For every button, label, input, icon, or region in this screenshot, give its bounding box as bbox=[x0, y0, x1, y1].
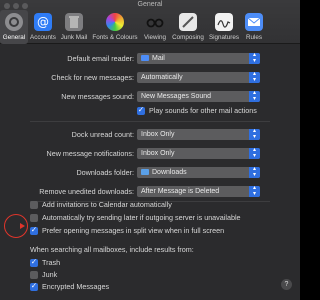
chevron-updown-icon: ▴ ▾ bbox=[249, 128, 260, 140]
preferences-toolbar: General @ Accounts Junk Mail Fonts & Col… bbox=[0, 10, 300, 44]
prefer-split-view-label: Prefer opening messages in split view wh… bbox=[42, 226, 225, 235]
new-messages-sound-value: New Messages Sound bbox=[141, 93, 212, 100]
downloads-folder-label: Downloads folder: bbox=[76, 168, 134, 177]
gear-icon bbox=[5, 13, 23, 31]
tab-viewing[interactable]: Viewing bbox=[140, 10, 170, 44]
remove-unedited-downloads-value: After Message is Deleted bbox=[141, 188, 220, 195]
search-junk-checkbox[interactable] bbox=[30, 271, 38, 279]
trash-bin-icon bbox=[65, 13, 83, 31]
chevron-updown-icon: ▴ ▾ bbox=[249, 52, 260, 64]
play-sounds-checkbox[interactable] bbox=[137, 105, 145, 115]
annotation-arrow bbox=[20, 223, 25, 229]
new-message-notifications-value: Inbox Only bbox=[141, 150, 175, 157]
chevron-updown-icon: ▴ ▾ bbox=[249, 90, 260, 102]
search-results-heading: When searching all mailboxes, include re… bbox=[30, 245, 194, 254]
color-wheel-icon bbox=[106, 13, 124, 31]
check-new-messages-label: Check for new messages: bbox=[51, 73, 134, 82]
chevron-updown-icon: ▴ ▾ bbox=[249, 166, 260, 178]
svg-text:@: @ bbox=[37, 15, 49, 29]
title-bar: General General @ Accounts Junk Mail Fon… bbox=[0, 0, 300, 44]
new-message-notifications-label: New message notifications: bbox=[46, 149, 135, 158]
tab-fonts-colours[interactable]: Fonts & Colours bbox=[90, 10, 140, 44]
new-messages-sound-popup[interactable]: New Messages Sound ▴ ▾ bbox=[137, 90, 260, 102]
downloads-folder-popup[interactable]: Downloads ▴ ▾ bbox=[137, 166, 260, 178]
dock-unread-count-label: Dock unread count: bbox=[71, 130, 134, 139]
divider bbox=[30, 121, 270, 122]
glasses-icon bbox=[146, 13, 164, 31]
default-email-reader-label: Default email reader: bbox=[67, 54, 134, 63]
tab-viewing-label: Viewing bbox=[144, 34, 166, 41]
tab-signatures[interactable]: Signatures bbox=[206, 10, 242, 44]
default-email-reader-popup[interactable]: Mail ▴ ▾ bbox=[137, 52, 260, 64]
pencil-note-icon bbox=[179, 13, 197, 31]
help-button[interactable]: ? bbox=[281, 279, 292, 290]
add-invitations-checkbox[interactable] bbox=[30, 201, 38, 209]
tab-general[interactable]: General bbox=[0, 10, 28, 44]
try-sending-later-label: Automatically try sending later if outgo… bbox=[42, 213, 241, 222]
tab-rules[interactable]: Rules bbox=[242, 10, 266, 44]
at-sign-icon: @ bbox=[34, 13, 52, 31]
search-encrypted-label: Encrypted Messages bbox=[42, 282, 110, 291]
tab-junk-mail[interactable]: Junk Mail bbox=[58, 10, 90, 44]
dock-unread-count-value: Inbox Only bbox=[141, 131, 175, 138]
try-sending-later-checkbox[interactable] bbox=[30, 214, 38, 222]
tab-composing-label: Composing bbox=[172, 34, 204, 41]
check-new-messages-value: Automatically bbox=[141, 74, 183, 81]
chevron-updown-icon: ▴ ▾ bbox=[249, 185, 260, 197]
search-trash-label: Trash bbox=[42, 258, 61, 267]
envelope-icon bbox=[245, 13, 263, 31]
tab-accounts[interactable]: @ Accounts bbox=[28, 10, 58, 44]
tab-general-label: General bbox=[2, 34, 26, 41]
tab-composing[interactable]: Composing bbox=[170, 10, 206, 44]
tab-fonts-colours-label: Fonts & Colours bbox=[92, 34, 138, 41]
remove-unedited-downloads-popup[interactable]: After Message is Deleted ▴ ▾ bbox=[137, 185, 260, 197]
new-message-notifications-popup[interactable]: Inbox Only ▴ ▾ bbox=[137, 147, 260, 159]
mail-preferences-window: General General @ Accounts Junk Mail Fon… bbox=[0, 0, 300, 300]
add-invitations-label: Add invitations to Calendar automaticall… bbox=[42, 200, 172, 209]
folder-icon bbox=[141, 168, 149, 175]
search-trash-checkbox[interactable] bbox=[30, 257, 38, 267]
mail-app-icon bbox=[141, 54, 149, 61]
window-title: General bbox=[137, 1, 163, 8]
search-encrypted-checkbox[interactable] bbox=[30, 281, 38, 291]
play-sounds-label: Play sounds for other mail actions bbox=[149, 106, 257, 115]
tab-rules-label: Rules bbox=[245, 34, 263, 41]
downloads-folder-value: Downloads bbox=[152, 169, 187, 176]
chevron-updown-icon: ▴ ▾ bbox=[249, 147, 260, 159]
tab-junk-mail-label: Junk Mail bbox=[60, 34, 88, 41]
tab-accounts-label: Accounts bbox=[30, 34, 56, 41]
chevron-updown-icon: ▴ ▾ bbox=[249, 71, 260, 83]
search-junk-label: Junk bbox=[42, 270, 58, 279]
signature-icon bbox=[215, 13, 233, 31]
dock-unread-count-popup[interactable]: Inbox Only ▴ ▾ bbox=[137, 128, 260, 140]
check-new-messages-popup[interactable]: Automatically ▴ ▾ bbox=[137, 71, 260, 83]
remove-unedited-downloads-label: Remove unedited downloads: bbox=[39, 187, 134, 196]
prefer-split-view-checkbox[interactable] bbox=[30, 225, 38, 235]
default-email-reader-value: Mail bbox=[152, 55, 165, 62]
tab-signatures-label: Signatures bbox=[208, 34, 240, 41]
new-messages-sound-label: New messages sound: bbox=[61, 92, 134, 101]
